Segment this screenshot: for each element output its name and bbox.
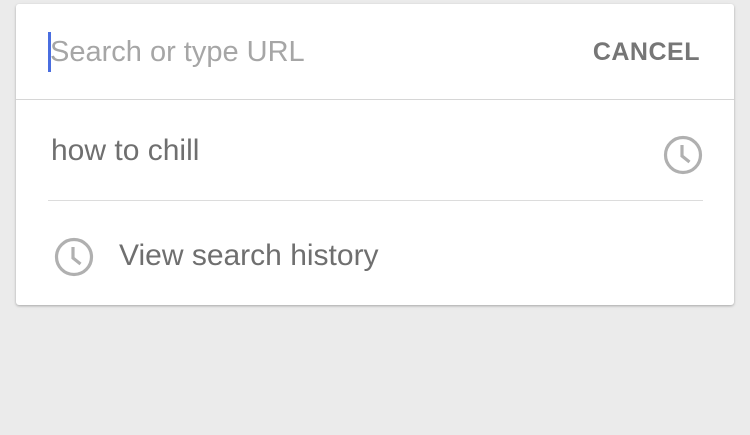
view-search-history-label: View search history (119, 239, 379, 272)
suggestion-item[interactable]: how to chill (48, 100, 703, 201)
search-bar: CANCEL (16, 4, 734, 100)
cancel-button[interactable]: CANCEL (593, 36, 700, 68)
suggestion-label: how to chill (51, 134, 200, 167)
clock-icon (54, 237, 94, 277)
search-input[interactable] (50, 28, 550, 76)
clock-icon (663, 135, 703, 175)
view-search-history-item[interactable]: View search history (48, 202, 703, 302)
search-suggestions-card: CANCEL how to chill View search history (16, 4, 734, 305)
